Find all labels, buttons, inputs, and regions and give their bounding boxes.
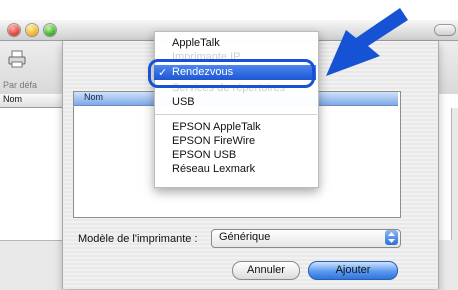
printer-list[interactable] — [0, 108, 62, 241]
toolbar-toggle-button[interactable] — [435, 25, 455, 35]
printer-list-scrollbar[interactable] — [451, 108, 458, 240]
menu-item-epson-firewire[interactable]: EPSON FireWire — [172, 135, 255, 147]
menu-item-usb[interactable]: USB — [172, 96, 195, 108]
close-window-button[interactable] — [8, 24, 20, 36]
menu-item-appletalk[interactable]: AppleTalk — [172, 37, 220, 49]
printer-model-label: Modèle de l'imprimante : — [78, 233, 198, 245]
add-button[interactable]: Ajouter — [308, 261, 398, 280]
printer-model-value: Générique — [219, 231, 271, 243]
minimize-window-button[interactable] — [26, 24, 38, 36]
available-printers-name-column[interactable]: Nom — [84, 92, 103, 102]
printer-icon[interactable] — [8, 50, 26, 68]
printer-list-name-column[interactable]: Nom — [3, 94, 22, 104]
menu-separator — [154, 114, 317, 115]
highlight-ring — [148, 59, 315, 88]
zoom-window-button[interactable] — [44, 24, 56, 36]
menu-item-lexmark-network[interactable]: Réseau Lexmark — [172, 163, 255, 175]
menu-item-epson-usb[interactable]: EPSON USB — [172, 149, 236, 161]
pointer-arrow-icon — [320, 6, 430, 76]
cancel-button[interactable]: Annuler — [232, 261, 300, 280]
menu-item-epson-appletalk[interactable]: EPSON AppleTalk — [172, 121, 261, 133]
default-printer-button-label[interactable]: Par défa — [3, 80, 37, 90]
select-arrows-icon[interactable] — [385, 230, 398, 245]
